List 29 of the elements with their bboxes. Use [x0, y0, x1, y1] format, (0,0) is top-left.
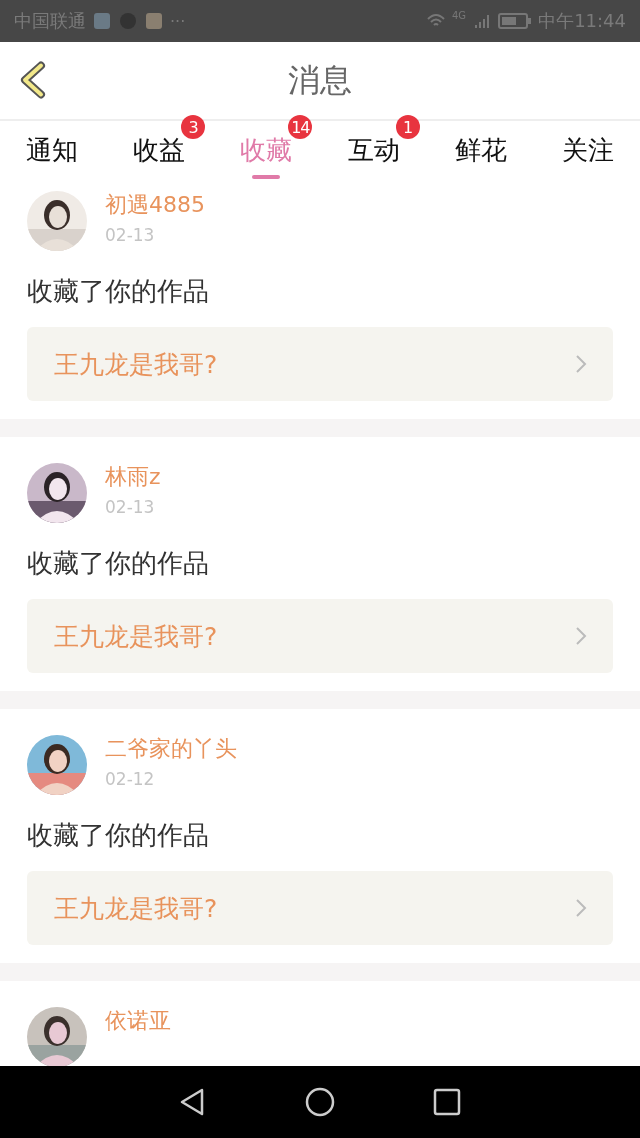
count-badge: 1 [395, 115, 420, 139]
tab[interactable]: 鲜花 [454, 121, 507, 179]
user-name[interactable]: 二爷家的丫头 [105, 735, 237, 763]
work-link[interactable]: 王九龙是我哥? [27, 599, 613, 673]
count-badge: 3 [181, 115, 206, 139]
recents-icon[interactable] [431, 1087, 462, 1117]
message-date: 02-13 [105, 224, 156, 247]
message-text: 收藏了你的作品 [27, 547, 210, 580]
count-badge: 14 [288, 115, 313, 139]
more-notifications: ··· [170, 11, 186, 31]
user-name[interactable]: 依诺亚 [105, 1007, 171, 1035]
message-text: 收藏了你的作品 [27, 275, 210, 308]
battery-icon [498, 12, 533, 30]
app-icon [92, 11, 112, 31]
message-date: 02-13 [105, 496, 156, 519]
user-name[interactable]: 林雨z [105, 463, 161, 491]
page-title: 消息 [288, 59, 352, 101]
work-link[interactable]: 王九龙是我哥? [27, 871, 613, 945]
message-date: 02-12 [105, 768, 156, 791]
app-icon [144, 11, 164, 31]
tab[interactable]: 通知 [26, 121, 78, 179]
chevron-icon [575, 898, 587, 918]
tab[interactable]: 关注 [561, 121, 614, 179]
work-link[interactable]: 王九龙是我哥? [27, 327, 613, 401]
chevron-icon [575, 626, 587, 646]
chevron-icon [575, 354, 587, 374]
home-icon[interactable] [305, 1087, 335, 1117]
message-text: 收藏了你的作品 [27, 819, 210, 852]
user-name[interactable]: 初遇4885 [105, 191, 205, 219]
